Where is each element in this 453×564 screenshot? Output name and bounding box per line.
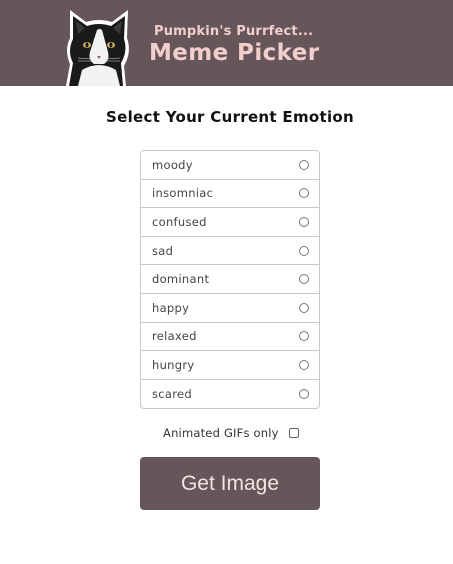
emotion-label: hungry <box>152 357 195 372</box>
emotion-option-sad[interactable]: sad <box>141 237 319 266</box>
animated-gifs-toggle[interactable]: Animated GIFs only <box>163 426 299 440</box>
emotion-label: relaxed <box>152 329 197 344</box>
emotion-option-scared[interactable]: scared <box>141 380 319 409</box>
radio-button[interactable] <box>299 274 309 285</box>
animated-gifs-label: Animated GIFs only <box>163 426 279 440</box>
header: Pumpkin's Purrfect... Meme Picker <box>0 0 453 86</box>
radio-button[interactable] <box>299 159 309 170</box>
cat-photo-icon <box>66 10 129 86</box>
emotion-heading: Select Your Current Emotion <box>106 108 354 126</box>
emotion-radio-list: moody insomniac confused sad dominant ha… <box>140 150 320 410</box>
emotion-option-relaxed[interactable]: relaxed <box>141 323 319 352</box>
radio-button[interactable] <box>299 359 309 370</box>
page-title: Meme Picker <box>149 40 320 66</box>
emotion-option-dominant[interactable]: dominant <box>141 265 319 294</box>
emotion-option-insomniac[interactable]: insomniac <box>141 180 319 209</box>
radio-button[interactable] <box>299 216 309 227</box>
emotion-label: happy <box>152 300 190 315</box>
radio-button[interactable] <box>299 302 309 313</box>
radio-button[interactable] <box>299 245 309 256</box>
emotion-option-happy[interactable]: happy <box>141 294 319 323</box>
animated-gifs-checkbox[interactable] <box>288 428 299 438</box>
emotion-option-confused[interactable]: confused <box>141 208 319 237</box>
emotion-label: insomniac <box>152 186 214 201</box>
radio-button[interactable] <box>299 331 309 342</box>
header-subtitle: Pumpkin's Purrfect... <box>154 24 314 39</box>
emotion-label: sad <box>152 243 174 258</box>
emotion-label: confused <box>152 214 207 229</box>
emotion-option-moody[interactable]: moody <box>141 151 319 180</box>
emotion-label: scared <box>152 387 193 402</box>
emotion-label: moody <box>152 157 193 172</box>
get-image-button[interactable]: Get Image <box>140 457 320 510</box>
emotion-option-hungry[interactable]: hungry <box>141 351 319 380</box>
emotion-label: dominant <box>152 272 210 287</box>
radio-button[interactable] <box>299 389 309 400</box>
radio-button[interactable] <box>299 188 309 199</box>
